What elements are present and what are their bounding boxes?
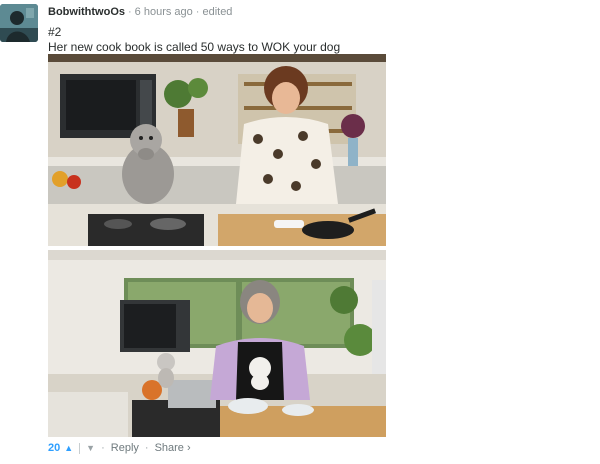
- separator-dot: ·: [128, 6, 132, 18]
- avatar-image: [0, 4, 38, 42]
- comment-image[interactable]: [48, 250, 386, 437]
- comment-text-line: Her new cook book is called 50 ways to W…: [48, 40, 341, 54]
- comment-text-line: #2: [48, 25, 62, 39]
- separator-dot: ·: [101, 442, 105, 454]
- downvote-button[interactable]: ▼: [86, 443, 95, 453]
- comment-footer: 20 ▲ ▼ · Reply · Share ›: [48, 442, 191, 454]
- vote-divider: [79, 442, 81, 454]
- comment-header: BobwithtwoOs · 6 hours ago · edited: [48, 6, 232, 20]
- kitchen-photo: [48, 54, 386, 246]
- upvote-button[interactable]: ▲: [64, 443, 73, 453]
- timestamp[interactable]: 6 hours ago: [135, 6, 193, 18]
- chevron-down-icon: ▼: [86, 443, 96, 453]
- avatar[interactable]: [0, 4, 38, 42]
- edited-label: edited: [202, 6, 233, 18]
- chevron-up-icon: ▲: [64, 443, 74, 453]
- reply-button[interactable]: Reply: [111, 442, 139, 454]
- vote-count: 20: [48, 442, 61, 454]
- comment-image[interactable]: [48, 54, 386, 246]
- separator-dot: ·: [195, 6, 200, 18]
- separator-dot: ·: [144, 442, 149, 454]
- share-button[interactable]: Share ›: [155, 442, 191, 454]
- kitchen-photo: [48, 250, 386, 437]
- author-name[interactable]: BobwithtwoOs: [48, 6, 125, 18]
